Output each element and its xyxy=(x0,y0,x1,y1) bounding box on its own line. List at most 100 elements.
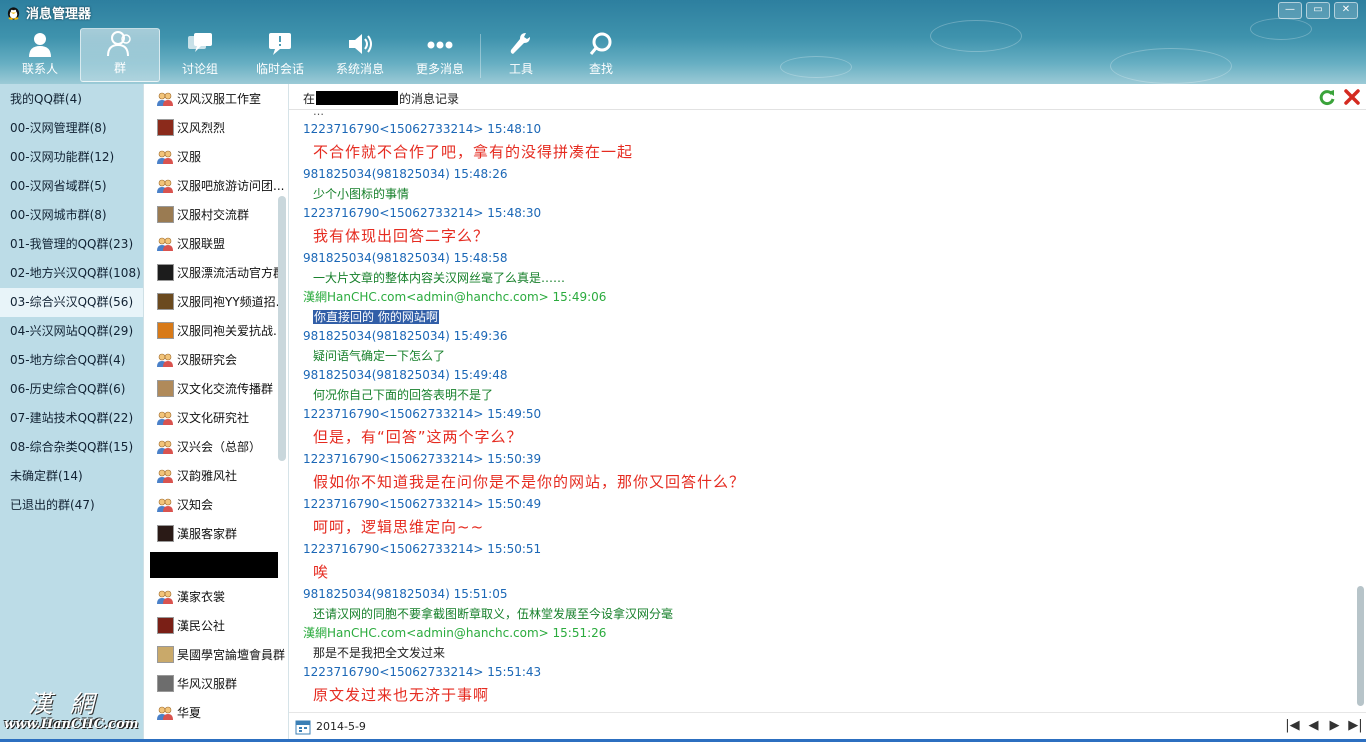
toolbar-discussion[interactable]: 讨论组 xyxy=(160,28,240,82)
group-list-item[interactable]: 昊國學宮論壇會員群 xyxy=(144,640,289,669)
category-item[interactable]: 我的QQ群(4) xyxy=(0,85,143,114)
message-content: 但是，有“回答”这两个字么？ xyxy=(313,428,523,446)
title-prefix: 在 xyxy=(303,91,316,106)
message-list-scrollbar[interactable] xyxy=(1357,586,1364,706)
group-list-item[interactable]: 汉文化研究社 xyxy=(144,403,289,432)
message-sender-line: 981825034(981825034) 15:49:48 xyxy=(303,368,508,382)
message-sender-line: 1223716790<15062733214> 15:48:30 xyxy=(303,206,542,220)
group-list-item[interactable]: 汉服吧旅游访问团... xyxy=(144,171,289,200)
calendar-icon[interactable] xyxy=(295,719,311,735)
message-content: 疑问语气确定一下怎么了 xyxy=(313,349,446,363)
prev-page-button[interactable]: ◀ xyxy=(1306,717,1321,735)
group-list-item[interactable]: 漢服客家群 xyxy=(144,519,289,548)
category-item[interactable]: 07-建站技术QQ群(22) xyxy=(0,404,143,433)
category-item[interactable]: 00-汉网城市群(8) xyxy=(0,201,143,230)
group-list-item[interactable]: 汉服漂流活动官方群 xyxy=(144,258,289,287)
minimize-button[interactable]: — xyxy=(1278,2,1302,19)
group-list-scrollbar[interactable] xyxy=(278,196,286,461)
group-list-item[interactable]: 华夏 xyxy=(144,698,289,727)
toolbar-more-messages-label: 更多消息 xyxy=(415,62,464,76)
category-item[interactable]: 00-汉网省域群(5) xyxy=(0,172,143,201)
message-sender-line: 漢網HanCHC.com<admin@hanchc.com> 15:51:26 xyxy=(303,626,607,640)
message-sender-line: 1223716790<15062733214> 15:50:49 xyxy=(303,497,542,511)
category-item[interactable]: 05-地方综合QQ群(4) xyxy=(0,346,143,375)
category-item[interactable]: 已退出的群(47) xyxy=(0,491,143,520)
group-list-item[interactable]: 汉服研究会 xyxy=(144,345,289,374)
group-name: 汉服联盟 xyxy=(177,237,226,251)
group-list-item[interactable]: 汉风烈烈 xyxy=(144,113,289,142)
group-list-item[interactable]: 汉风汉服工作室 xyxy=(144,84,289,113)
toolbar-more-messages[interactable]: 更多消息 xyxy=(400,28,480,82)
redacted-group-item[interactable] xyxy=(150,552,278,578)
message-header-tools xyxy=(1318,88,1361,106)
category-item[interactable]: 02-地方兴汉QQ群(108) xyxy=(0,259,143,288)
toolbar-search[interactable]: 查找 xyxy=(561,28,641,82)
category-item[interactable]: 00-汉网管理群(8) xyxy=(0,114,143,143)
group-avatar-icon xyxy=(156,206,174,224)
group-list-item[interactable]: 汉服同袍关爱抗战... xyxy=(144,316,289,345)
message-sender-line: 981825034(981825034) 15:48:58 xyxy=(303,251,508,265)
group-list: 汉风汉服工作室汉风烈烈 汉服 汉服吧旅游访问团... 汉服村交流群汉服联盟汉服漂流活动… xyxy=(143,84,289,742)
window-title: 消息管理器 xyxy=(26,6,92,22)
wrench-icon xyxy=(510,33,530,54)
category-item[interactable]: 06-历史综合QQ群(6) xyxy=(0,375,143,404)
group-name: 汉文化研究社 xyxy=(177,411,250,425)
category-item[interactable]: 01-我管理的QQ群(23) xyxy=(0,230,143,259)
close-button[interactable]: ✕ xyxy=(1334,2,1358,19)
category-item-selected[interactable]: 03-综合兴汉QQ群(56) xyxy=(0,288,143,317)
group-name: 汉服同袍YY频道招... xyxy=(177,295,288,309)
group-list-item[interactable]: 汉服联盟 xyxy=(144,229,289,258)
group-avatar-icon xyxy=(156,264,174,282)
main-toolbar: 联系人 群 讨论组 临时会话 系统消息 更多消息 工具 查找 xyxy=(0,28,641,84)
group-list-item[interactable]: 华风汉服群 xyxy=(144,669,289,698)
selected-text-highlight[interactable]: 你直接回的 你的网站啊 xyxy=(313,310,439,324)
group-name: 汉知会 xyxy=(177,498,214,512)
toolbar-temp-chat[interactable]: 临时会话 xyxy=(240,28,320,82)
toolbar-discussion-label: 讨论组 xyxy=(181,62,218,76)
people-icon xyxy=(156,704,174,722)
group-list-item[interactable]: 汉服村交流群 xyxy=(144,200,289,229)
category-item[interactable]: 08-综合杂类QQ群(15) xyxy=(0,433,143,462)
group-name: 汉服漂流活动官方群 xyxy=(177,266,286,280)
group-list-item[interactable]: 汉服同袍YY频道招... xyxy=(144,287,289,316)
people-icon xyxy=(156,588,174,606)
message-history-title: 在 的消息记录 xyxy=(303,90,459,106)
category-item[interactable]: 04-兴汉网站QQ群(29) xyxy=(0,317,143,346)
refresh-icon[interactable] xyxy=(1318,88,1336,106)
person-icon xyxy=(29,33,51,57)
delete-icon[interactable] xyxy=(1343,88,1361,106)
group-name: 汉文化交流传播群 xyxy=(177,382,274,396)
group-list-item[interactable]: 汉服 xyxy=(144,142,289,171)
speaker-icon xyxy=(349,34,372,54)
group-list-item[interactable]: 汉兴会（总部） xyxy=(144,432,289,461)
people-icon xyxy=(156,148,174,166)
group-avatar-icon xyxy=(156,675,174,693)
toolbar-groups[interactable]: 群 xyxy=(80,28,160,82)
message-sender-line: 漢網HanCHC.com<admin@hanchc.com> 15:49:06 xyxy=(303,290,607,304)
toolbar-system-messages[interactable]: 系统消息 xyxy=(320,28,400,82)
people-icon xyxy=(156,351,174,369)
group-name: 汉风汉服工作室 xyxy=(177,92,262,106)
rain-ripple-decoration xyxy=(1250,18,1312,40)
message-content: 一大片文章的整体内容关汉网丝毫了么真是…… xyxy=(313,271,566,285)
group-list-item[interactable]: 汉知会 xyxy=(144,490,289,519)
category-item[interactable]: 00-汉网功能群(12) xyxy=(0,143,143,172)
group-list-item[interactable]: 汉文化交流传播群 xyxy=(144,374,289,403)
more-dots-icon xyxy=(427,41,453,49)
last-page-button[interactable]: ▶| xyxy=(1348,717,1363,735)
category-item[interactable]: 未确定群(14) xyxy=(0,462,143,491)
people-icon xyxy=(156,235,174,253)
first-page-button[interactable]: |◀ xyxy=(1285,717,1300,735)
group-list-item[interactable]: 汉韵雅风社 xyxy=(144,461,289,490)
toolbar-tools[interactable]: 工具 xyxy=(481,28,561,82)
group-name: 汉兴会（总部） xyxy=(177,440,262,454)
group-list-item[interactable]: 漢家衣裳 xyxy=(144,582,289,611)
group-name: 漢民公社 xyxy=(177,619,226,633)
message-sender-line: 1223716790<15062733214> 15:50:39 xyxy=(303,452,542,466)
maximize-button[interactable]: ▭ xyxy=(1306,2,1330,19)
message-content: 何况你自己下面的回答表明不是了 xyxy=(313,388,494,402)
next-page-button[interactable]: ▶ xyxy=(1327,717,1342,735)
group-list-item[interactable]: 漢民公社 xyxy=(144,611,289,640)
toolbar-contacts[interactable]: 联系人 xyxy=(0,28,80,82)
people-icon xyxy=(156,496,174,514)
